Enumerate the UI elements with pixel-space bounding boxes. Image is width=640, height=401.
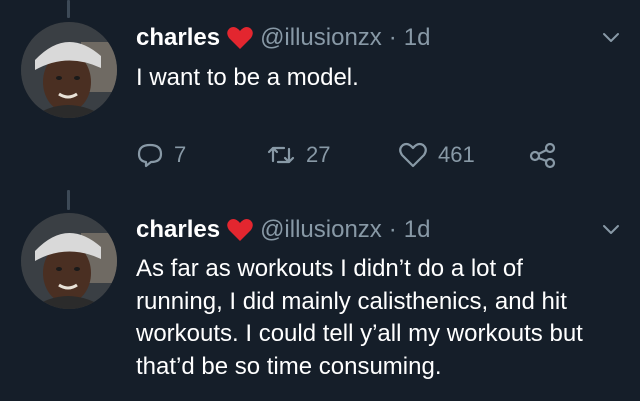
timestamp[interactable]: 1d [404,216,431,244]
tweet-header: charles @illusionzx · 1d [136,214,431,246]
like-icon [398,141,428,169]
time-separator: · [388,24,397,51]
like-button[interactable]: 461 [398,138,475,172]
chevron-down-icon[interactable] [600,218,622,240]
retweet-icon [266,141,296,169]
time-separator: · [388,216,397,243]
share-icon [528,141,558,169]
reply-icon [136,141,164,169]
like-count: 461 [438,142,475,167]
user-handle[interactable]: @illusionzx [260,24,382,52]
tweet-text: As far as workouts I didn’t do a lot of … [136,255,583,380]
display-name[interactable]: charles [136,24,220,52]
tweet-text: I want to be a model. [136,64,359,91]
reply-count: 7 [174,142,187,167]
tweet-header: charles @illusionzx · 1d [136,22,431,54]
reply-button[interactable]: 7 [136,138,186,172]
share-button[interactable] [528,138,558,172]
avatar[interactable] [21,22,117,118]
chevron-down-icon[interactable] [600,26,622,48]
timestamp[interactable]: 1d [404,24,431,52]
thread-line-top [67,0,70,18]
retweet-button[interactable]: 27 [266,138,330,172]
heart-icon [226,217,254,243]
user-handle[interactable]: @illusionzx [260,216,382,244]
heart-icon [226,25,254,51]
display-name[interactable]: charles [136,216,220,244]
thread-line-middle [67,190,70,210]
avatar[interactable] [21,213,117,309]
retweet-count: 27 [306,142,331,167]
